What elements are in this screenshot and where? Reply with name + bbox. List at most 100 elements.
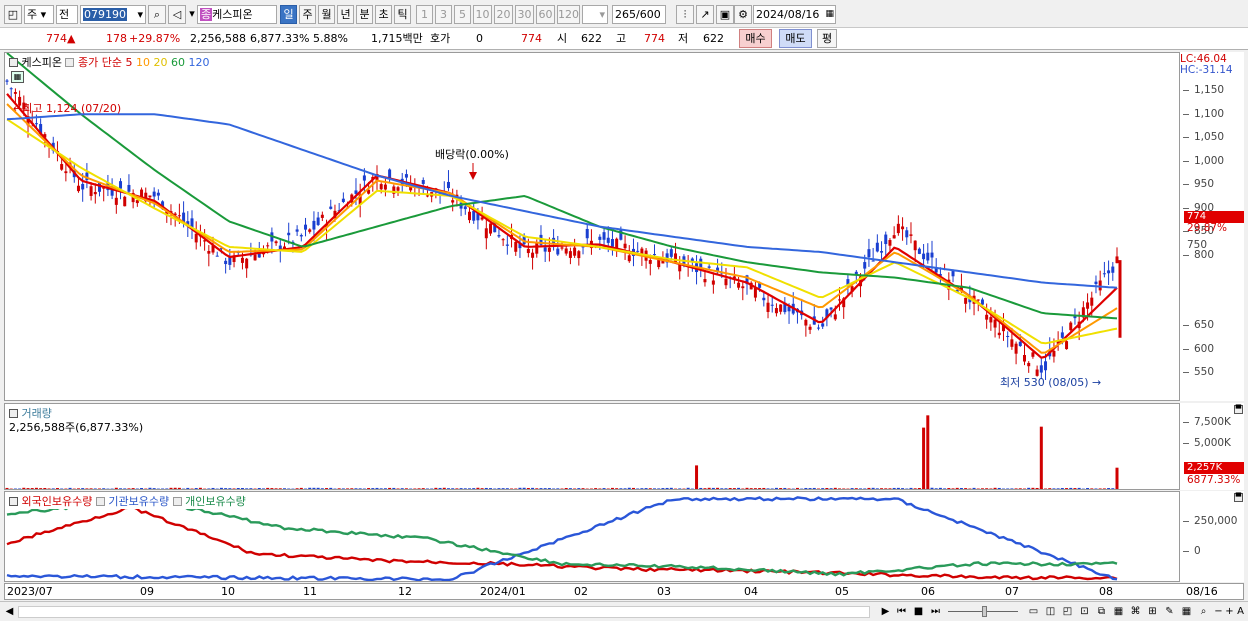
candle-body xyxy=(602,232,606,240)
auto-icon[interactable]: A xyxy=(1233,605,1248,619)
volume-bar xyxy=(678,488,682,489)
price-legend: 케스피온 종가 단순 5 10 20 60 120 xyxy=(9,54,209,70)
stock-name-field[interactable]: 종케스피온 xyxy=(197,5,277,24)
candle-body xyxy=(980,299,984,305)
volume-bar xyxy=(568,488,572,489)
grid2-icon[interactable]: ▦ xyxy=(1179,605,1194,619)
type-select[interactable]: 전 xyxy=(56,5,78,24)
stop-icon[interactable]: ■ xyxy=(911,605,926,619)
lock-icon[interactable]: ⊡ xyxy=(1077,605,1092,619)
period-day[interactable]: 일 xyxy=(280,5,297,24)
interval-1[interactable]: 1 xyxy=(416,5,433,24)
price-chart[interactable] xyxy=(5,53,1179,400)
candle-body xyxy=(1098,280,1102,291)
candle-body xyxy=(1111,266,1115,273)
window-icon[interactable]: ◰ xyxy=(4,5,22,24)
calendar-icon[interactable]: ▦ xyxy=(11,71,24,83)
zoom-icon[interactable]: ⌕ xyxy=(1196,605,1211,619)
close-panel-icon[interactable]: ▀ xyxy=(1234,493,1243,502)
volume-bar xyxy=(1086,488,1090,489)
interval-5[interactable]: 5 xyxy=(454,5,471,24)
interval-120[interactable]: 120 xyxy=(557,5,580,24)
save-icon[interactable]: ▣ xyxy=(716,5,734,24)
candle-body xyxy=(1107,270,1111,274)
period-month[interactable]: 월 xyxy=(318,5,335,24)
volume-bar xyxy=(833,487,837,489)
pan-icon[interactable]: ⌘ xyxy=(1128,605,1143,619)
layout2-icon[interactable]: ◫ xyxy=(1043,605,1058,619)
date-input[interactable]: 2024/08/16 ▦ xyxy=(753,5,836,24)
search-icon[interactable]: ⌕ xyxy=(148,5,166,24)
interval-30[interactable]: 30 xyxy=(515,5,534,24)
buy-button[interactable]: 매수 xyxy=(739,29,772,48)
layout1-icon[interactable]: ▭ xyxy=(1026,605,1041,619)
volume-panel: 거래량 2,256,588주(6,877.33%) xyxy=(4,403,1180,490)
volume-bar xyxy=(249,488,253,489)
candle-body xyxy=(1090,297,1094,306)
speaker-icon[interactable]: ◁ xyxy=(168,5,186,24)
eval-button[interactable]: 평 xyxy=(817,29,837,48)
volume-bar xyxy=(623,488,627,489)
volume-bar xyxy=(476,487,480,489)
candle-type-icon[interactable]: ⫶ xyxy=(676,5,694,24)
scroll-left-icon[interactable]: ◀ xyxy=(2,605,17,619)
volume-bar xyxy=(173,487,177,489)
indicator-icon[interactable]: ↗ xyxy=(696,5,714,24)
count-input[interactable]: 265/600 xyxy=(612,5,666,24)
grid-icon[interactable]: ▦ xyxy=(1111,605,1126,619)
legend-box-icon[interactable] xyxy=(65,58,75,67)
candle-body xyxy=(871,260,875,262)
volume-bar xyxy=(930,487,934,489)
candle-body xyxy=(207,250,211,254)
volume-bar xyxy=(177,487,181,489)
candle-body xyxy=(320,214,324,218)
candle-body xyxy=(362,175,366,181)
candle-body xyxy=(623,243,627,249)
volume-bar xyxy=(388,487,392,489)
link-icon[interactable]: ⊞ xyxy=(1145,605,1160,619)
period-week[interactable]: 주 xyxy=(299,5,316,24)
layout3-icon[interactable]: ◰ xyxy=(1060,605,1075,619)
interval-10[interactable]: 10 xyxy=(473,5,492,24)
scroll-track[interactable] xyxy=(18,606,870,618)
volume-spike-bar xyxy=(695,465,699,489)
rewind-icon[interactable]: ⏮ xyxy=(894,605,909,619)
sell-button[interactable]: 매도 xyxy=(779,29,812,48)
legend-box-icon[interactable] xyxy=(172,497,182,506)
candle-body xyxy=(930,252,934,258)
legend-box-icon[interactable] xyxy=(9,409,18,418)
ma-line-5 xyxy=(6,93,1118,359)
draw-icon[interactable]: ✎ xyxy=(1162,605,1177,619)
period-tick[interactable]: 틱 xyxy=(394,5,411,24)
compare-icon[interactable]: ⧉ xyxy=(1094,605,1109,619)
interval-20[interactable]: 20 xyxy=(494,5,513,24)
period-minute[interactable]: 분 xyxy=(356,5,373,24)
gear-icon[interactable]: ⚙ xyxy=(734,5,752,24)
scroll-right-icon[interactable]: ▶ xyxy=(878,605,893,619)
interval-3[interactable]: 3 xyxy=(435,5,452,24)
interval-60[interactable]: 60 xyxy=(536,5,555,24)
chevron-down-icon[interactable]: ▾ xyxy=(188,5,196,24)
code-input[interactable]: 079190 ▾ xyxy=(80,5,146,24)
price-chart-panel: 케스피온 종가 단순 5 10 20 60 120 ▦ ←최고 1,124 (0… xyxy=(4,52,1180,401)
legend-box-icon[interactable] xyxy=(9,497,18,506)
forward-icon[interactable]: ⏭ xyxy=(928,605,943,619)
volume-chart[interactable] xyxy=(5,404,1179,489)
open-value: 622 xyxy=(581,32,602,45)
market-select[interactable]: 주 ▾ xyxy=(24,5,54,24)
volume-bar xyxy=(829,488,833,489)
candle-body xyxy=(737,282,741,288)
close-panel-icon[interactable]: ▀ xyxy=(1234,405,1243,414)
custom-interval-select[interactable]: ▾ xyxy=(582,5,608,24)
period-year[interactable]: 년 xyxy=(337,5,354,24)
open-label: 시 xyxy=(557,32,568,45)
legend-box-icon[interactable] xyxy=(9,58,18,67)
zoom-slider-thumb[interactable] xyxy=(982,606,987,617)
legend-box-icon[interactable] xyxy=(95,497,105,506)
volume-bar xyxy=(686,487,690,489)
candle-body xyxy=(976,299,980,301)
candle-body xyxy=(1044,361,1048,371)
volume-bar xyxy=(320,488,324,489)
period-second[interactable]: 초 xyxy=(375,5,392,24)
hoga-label: 호가 xyxy=(430,32,451,45)
